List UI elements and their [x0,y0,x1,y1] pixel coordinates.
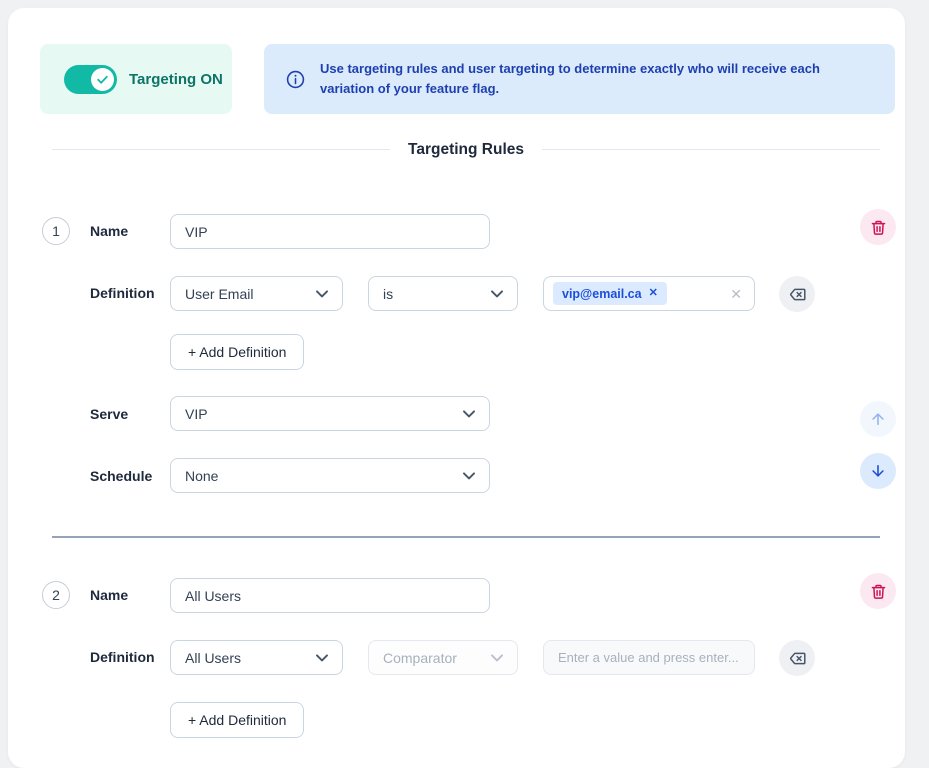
name-label: Name [90,223,128,239]
clear-values-icon[interactable]: ✕ [730,287,742,301]
arrow-up-icon [869,410,887,428]
schedule-select[interactable]: None [170,458,490,493]
toggle-check-icon [91,68,114,91]
rule-number-badge: 2 [42,581,70,609]
value-chip-text: vip@email.ca [562,287,642,301]
targeting-toggle[interactable] [64,65,117,94]
schedule-label: Schedule [90,468,152,484]
comparator-select: Comparator [368,640,518,675]
move-rule-up-button[interactable] [860,401,896,437]
rule-name-input[interactable] [170,578,490,613]
value-chip: vip@email.ca ✕ [553,282,667,305]
backspace-icon [788,649,807,668]
definition-label: Definition [90,649,155,665]
clear-definition-button[interactable] [779,640,815,676]
comparator-select[interactable]: is [368,276,518,311]
values-tag-input[interactable]: vip@email.ca ✕ ✕ [543,276,755,311]
delete-rule-button[interactable] [860,209,896,245]
targeting-toggle-label: Targeting ON [129,71,223,88]
divider-left [52,149,390,150]
trash-icon [870,219,887,236]
name-label: Name [90,587,128,603]
rule-number: 1 [52,223,60,239]
arrow-down-icon [869,462,887,480]
targeting-panel: Targeting ON Use targeting rules and use… [8,8,905,768]
divider-right [542,149,880,150]
add-definition-button[interactable]: + Add Definition [170,702,304,738]
rule-number-badge: 1 [42,217,70,245]
attribute-select-value: User Email [185,286,253,302]
page-title: Targeting Rules [408,141,524,159]
add-definition-button[interactable]: + Add Definition [170,334,304,370]
serve-select[interactable]: VIP [170,396,490,431]
serve-label: Serve [90,406,128,422]
rule-name-input[interactable] [170,214,490,249]
info-icon [286,70,305,89]
rule-number: 2 [52,587,60,603]
value-input [543,640,755,675]
attribute-select-value: All Users [185,650,241,666]
delete-rule-button[interactable] [860,573,896,609]
trash-icon [870,583,887,600]
comparator-select-value: is [383,286,393,302]
chevron-down-icon [316,654,328,662]
attribute-select[interactable]: All Users [170,640,343,675]
clear-definition-button[interactable] [779,276,815,312]
targeting-toggle-box: Targeting ON [40,44,232,114]
chevron-down-icon [463,472,475,480]
chevron-down-icon [463,410,475,418]
serve-select-value: VIP [185,406,208,422]
definition-label: Definition [90,285,155,301]
chevron-down-icon [491,290,503,298]
move-rule-down-button[interactable] [860,453,896,489]
attribute-select[interactable]: User Email [170,276,343,311]
comparator-select-placeholder: Comparator [383,650,457,666]
chevron-down-icon [316,290,328,298]
rule-divider [52,536,880,538]
backspace-icon [788,285,807,304]
info-banner-text: Use targeting rules and user targeting t… [320,59,865,99]
chevron-down-icon [491,654,503,662]
section-heading: Targeting Rules [52,141,880,158]
info-banner: Use targeting rules and user targeting t… [264,44,895,114]
chip-remove-icon[interactable]: ✕ [649,288,658,299]
schedule-select-value: None [185,468,218,484]
